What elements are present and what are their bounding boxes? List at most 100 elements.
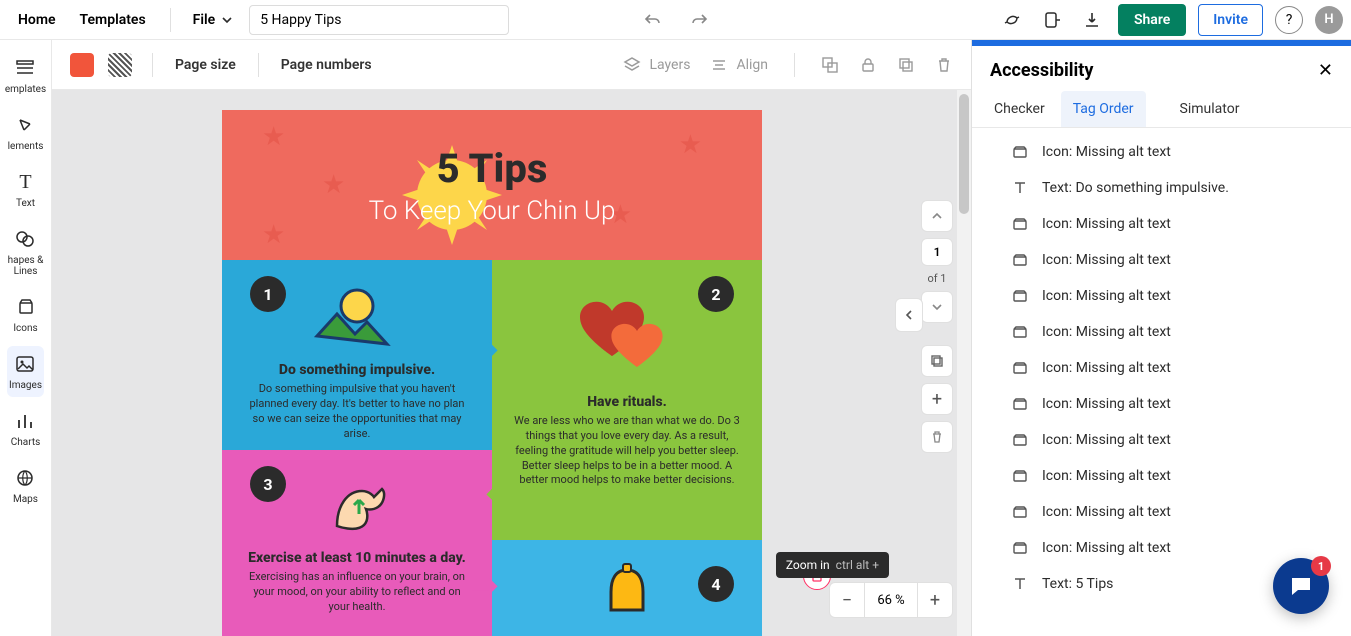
rail-elements[interactable]: lements [6, 107, 46, 158]
badge-4: 4 [698, 566, 734, 602]
share-button[interactable]: Share [1118, 4, 1186, 36]
collapse-panel-button[interactable] [895, 298, 923, 332]
tag-order-item-label: Icon: Missing alt text [1042, 216, 1171, 232]
download-icon[interactable] [1078, 6, 1106, 34]
tag-order-item-label: Icon: Missing alt text [1042, 540, 1171, 556]
tag-order-item[interactable]: Icon: Missing alt text [1000, 350, 1351, 386]
add-page-button[interactable]: + [921, 383, 953, 415]
tip-cell-1: 1 Do something impulsive. Do something i… [222, 260, 492, 450]
tag-order-item[interactable]: Icon: Missing alt text [1000, 206, 1351, 242]
zoom-in-tooltip: Zoom in ctrl alt + [776, 552, 889, 578]
nav-home[interactable]: Home [8, 6, 66, 34]
invite-button[interactable]: Invite [1198, 4, 1263, 36]
lock-icon[interactable] [859, 56, 877, 74]
document-title-input[interactable] [249, 5, 509, 35]
duplicate-page-button[interactable] [921, 345, 953, 377]
tag-order-item-label: Icon: Missing alt text [1042, 288, 1171, 304]
copy-icon[interactable] [897, 56, 915, 74]
landscape-icon [307, 276, 407, 356]
canvas-area[interactable]: ★ ★ ★ ★ ★ 5 Tips To Keep Your Chin Up 1 … [52, 90, 971, 636]
rail-maps[interactable]: Maps [11, 460, 40, 511]
topbar-right: Share Invite ? H [998, 4, 1343, 36]
zoom-out-button[interactable]: − [830, 583, 864, 617]
rail-icons[interactable]: Icons [11, 289, 39, 340]
tip-cell-4: 4 ➡ [492, 540, 762, 636]
tab-simulator[interactable]: Simulator [1168, 91, 1252, 127]
divider [170, 8, 171, 32]
rail-images[interactable]: Images [7, 346, 44, 397]
page-total-label: of 1 [927, 272, 946, 285]
page-down-button[interactable] [921, 291, 953, 323]
group-icon[interactable] [821, 56, 839, 74]
sync-icon[interactable] [998, 6, 1026, 34]
user-avatar[interactable]: H [1315, 6, 1343, 34]
badge-2: 2 [698, 276, 734, 312]
doc-header: ★ ★ ★ ★ ★ 5 Tips To Keep Your Chin Up [222, 110, 762, 260]
layers-button[interactable]: Layers [649, 57, 690, 73]
tag-order-item-label: Text: 5 Tips [1042, 576, 1113, 592]
document-page[interactable]: ★ ★ ★ ★ ★ 5 Tips To Keep Your Chin Up 1 … [222, 110, 762, 636]
tab-checker[interactable]: Checker [982, 91, 1057, 127]
icon-type-icon [1010, 538, 1030, 558]
text-type-icon [1010, 178, 1030, 198]
undo-icon[interactable] [639, 6, 667, 34]
design-subbar: Page size Page numbers Layers Align [52, 40, 971, 90]
chat-button[interactable]: 1 [1273, 558, 1329, 614]
tag-order-item[interactable]: Icon: Missing alt text [1000, 494, 1351, 530]
arrow-right-icon-2: ➡ [470, 566, 499, 606]
chat-badge: 1 [1311, 556, 1331, 576]
fill-color-swatch[interactable] [70, 53, 94, 77]
delete-page-button[interactable] [921, 421, 953, 453]
tag-order-item[interactable]: Text: Do something impulsive. [1000, 170, 1351, 206]
help-button[interactable]: ? [1275, 6, 1303, 34]
icons-icon [14, 295, 38, 319]
file-menu[interactable]: File [185, 6, 242, 34]
chevron-down-icon [221, 14, 233, 26]
nav-templates[interactable]: Templates [70, 6, 156, 34]
page-number-indicator[interactable]: 1 [921, 238, 953, 266]
hearts-icon [572, 286, 682, 386]
arrow-left-icon: ⬅ [486, 474, 515, 514]
close-panel-button[interactable]: ✕ [1318, 60, 1333, 81]
zoom-in-button[interactable]: + [918, 583, 952, 617]
tag-order-item[interactable]: Icon: Missing alt text [1000, 242, 1351, 278]
page-controls: 1 of 1 + [921, 200, 953, 453]
rail-text[interactable]: T Text [12, 164, 40, 215]
badge-3: 3 [250, 466, 286, 502]
align-icon [710, 56, 728, 74]
arrow-right-icon: ➡ [470, 330, 499, 370]
tip-cell-3: 3 ⬅ Exercise at least 10 minutes a day. … [222, 450, 492, 636]
tab-tag-order[interactable]: Tag Order [1061, 91, 1146, 127]
background-pattern-swatch[interactable] [108, 53, 132, 77]
tip-cell-2: 2 ➡ Have rituals. We are less who we are… [492, 260, 762, 540]
accessibility-panel: Accessibility ✕ Checker Tag Order Simula… [971, 40, 1351, 636]
tag-order-item[interactable]: Icon: Missing alt text [1000, 278, 1351, 314]
rail-shapes[interactable]: hapes & Lines [6, 221, 46, 283]
export-icon[interactable] [1038, 6, 1066, 34]
trash-icon[interactable] [935, 56, 953, 74]
redo-icon[interactable] [685, 6, 713, 34]
doc-subtitle: To Keep Your Chin Up [369, 196, 616, 226]
tag-order-item[interactable]: Icon: Missing alt text [1000, 134, 1351, 170]
zoom-value[interactable]: 66 % [864, 583, 918, 617]
page-size-button[interactable]: Page size [173, 53, 238, 77]
tag-order-item[interactable]: Icon: Missing alt text [1000, 458, 1351, 494]
icon-type-icon [1010, 358, 1030, 378]
page-up-button[interactable] [921, 200, 953, 232]
charts-icon [14, 409, 38, 433]
maps-icon [13, 466, 37, 490]
tag-order-item[interactable]: Icon: Missing alt text [1000, 422, 1351, 458]
tag-order-item[interactable]: Icon: Missing alt text [1000, 314, 1351, 350]
page-numbers-button[interactable]: Page numbers [279, 53, 374, 77]
rail-charts[interactable]: Charts [9, 403, 43, 454]
icon-type-icon [1010, 394, 1030, 414]
icon-type-icon [1010, 502, 1030, 522]
align-button[interactable]: Align [736, 57, 768, 73]
icon-type-icon [1010, 142, 1030, 162]
tag-order-item-label: Icon: Missing alt text [1042, 396, 1171, 412]
shapes-icon [13, 227, 37, 251]
vertical-scrollbar[interactable] [957, 90, 971, 636]
images-icon [13, 352, 37, 376]
tag-order-item[interactable]: Icon: Missing alt text [1000, 386, 1351, 422]
rail-templates[interactable]: emplates [3, 50, 48, 101]
